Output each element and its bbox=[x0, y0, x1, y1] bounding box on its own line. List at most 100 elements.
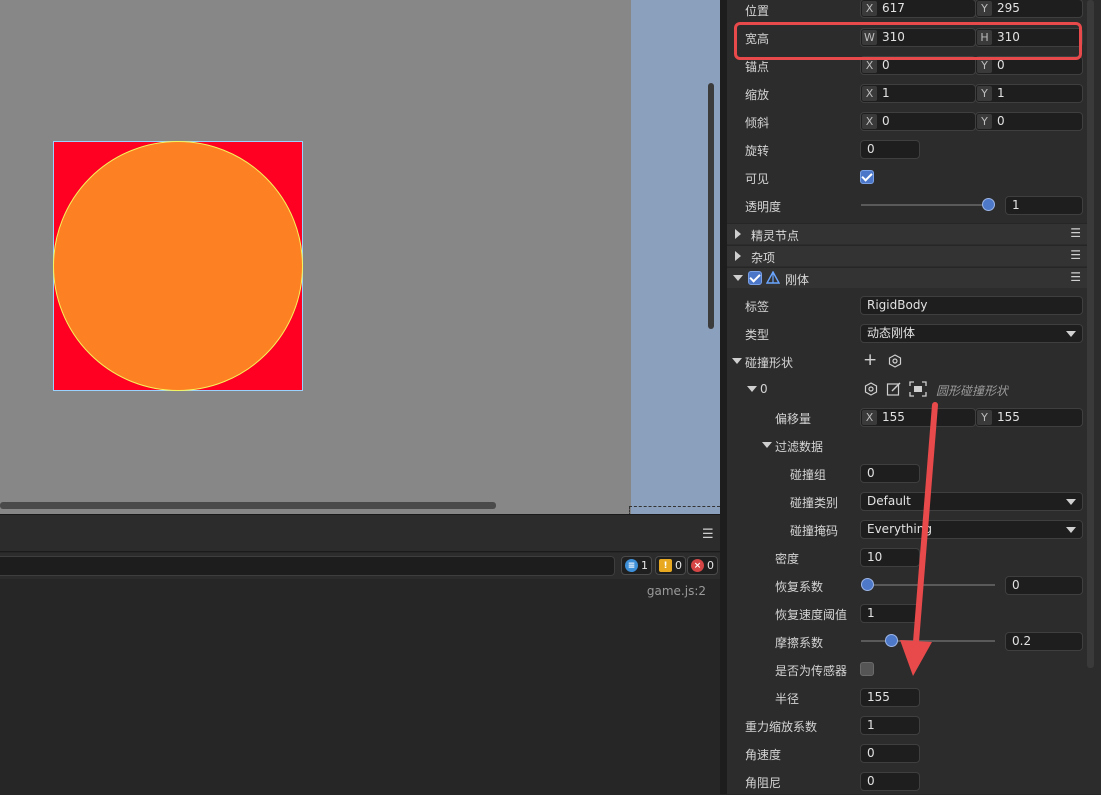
expand-icon bbox=[735, 251, 741, 261]
alpha-field[interactable]: 1 bbox=[1005, 196, 1083, 215]
type-label: 类型 bbox=[745, 328, 770, 342]
console-header: ☰ bbox=[0, 515, 720, 552]
error-count-badge[interactable]: × 0 bbox=[687, 556, 718, 575]
console-filter-bar: ≡ 1 ! 0 × 0 bbox=[0, 553, 720, 579]
gravity-scale-field[interactable]: 1 bbox=[860, 716, 920, 735]
section-misc[interactable]: 杂项 ☰ bbox=[727, 245, 1087, 266]
log-count: 1 bbox=[641, 559, 648, 572]
angular-damping-field[interactable]: 0 bbox=[860, 772, 920, 791]
collapse-icon bbox=[733, 275, 743, 281]
rigidbody-icon bbox=[766, 271, 780, 284]
sprite-circle[interactable] bbox=[53, 141, 303, 391]
alpha-label: 透明度 bbox=[745, 200, 782, 214]
chevron-down-icon bbox=[1066, 527, 1076, 533]
log-source-link[interactable]: game.js:2 bbox=[647, 584, 706, 598]
settings-hex-icon[interactable] bbox=[888, 354, 902, 368]
visible-label: 可见 bbox=[745, 172, 770, 186]
scale-y-field[interactable]: Y1 bbox=[975, 84, 1083, 103]
section-rigidbody[interactable]: 刚体 ☰ bbox=[727, 267, 1087, 288]
restitution-threshold-label: 恢复速度阈值 bbox=[775, 608, 848, 622]
menu-icon[interactable]: ☰ bbox=[1070, 248, 1081, 262]
warn-count-badge[interactable]: ! 0 bbox=[655, 556, 686, 575]
console-panel: ☰ ≡ 1 ! 0 × 0 game.js:2 bbox=[0, 514, 720, 795]
menu-icon[interactable]: ☰ bbox=[702, 527, 714, 542]
offset-y-field[interactable]: Y 155 bbox=[975, 408, 1083, 427]
error-count: 0 bbox=[707, 559, 714, 572]
panel-divider[interactable] bbox=[720, 0, 727, 794]
section-title: 精灵节点 bbox=[751, 229, 800, 243]
restitution-slider-knob[interactable] bbox=[861, 578, 874, 591]
warning-icon: ! bbox=[659, 559, 672, 572]
alpha-slider-track[interactable] bbox=[861, 204, 995, 206]
angular-velocity-field[interactable]: 0 bbox=[860, 744, 920, 763]
error-icon: × bbox=[691, 559, 704, 572]
visible-checkbox[interactable] bbox=[860, 170, 874, 184]
offset-label: 偏移量 bbox=[775, 412, 812, 426]
inspector-scrollbar[interactable] bbox=[1087, 0, 1094, 668]
alpha-slider-knob[interactable] bbox=[982, 198, 995, 211]
restitution-slider-track[interactable] bbox=[861, 584, 995, 586]
restitution-label: 恢复系数 bbox=[775, 580, 824, 594]
rigidbody-enabled-checkbox[interactable] bbox=[748, 271, 762, 285]
log-count-badge[interactable]: ≡ 1 bbox=[621, 556, 652, 575]
angular-damping-label: 角阻尼 bbox=[745, 776, 782, 790]
group-field[interactable]: 0 bbox=[860, 464, 920, 483]
focus-shape-icon[interactable] bbox=[909, 381, 927, 397]
collapse-icon[interactable] bbox=[732, 358, 742, 364]
collapse-icon[interactable] bbox=[762, 442, 772, 448]
rotation-field[interactable]: 0 bbox=[860, 140, 920, 159]
restitution-field[interactable]: 0 bbox=[1005, 576, 1083, 595]
restitution-threshold-field[interactable]: 1 bbox=[860, 604, 920, 623]
shape-index: 0 bbox=[760, 382, 768, 396]
category-label: 碰撞类别 bbox=[790, 496, 839, 510]
sensor-checkbox[interactable] bbox=[860, 662, 874, 676]
position-label: 位置 bbox=[745, 4, 770, 18]
scene-vertical-scrollbar[interactable] bbox=[708, 83, 714, 329]
collapse-icon[interactable] bbox=[747, 386, 757, 392]
tag-field[interactable]: RigidBody bbox=[860, 296, 1083, 315]
filter-label: 过滤数据 bbox=[775, 440, 824, 454]
chevron-down-icon bbox=[1066, 331, 1076, 337]
settings-hex-icon[interactable] bbox=[864, 382, 878, 396]
friction-slider-knob[interactable] bbox=[885, 634, 899, 647]
sensor-label: 是否为传感器 bbox=[775, 664, 848, 678]
friction-slider-track[interactable] bbox=[861, 640, 995, 642]
density-label: 密度 bbox=[775, 552, 800, 566]
friction-label: 摩擦系数 bbox=[775, 636, 824, 650]
tag-label: 标签 bbox=[745, 300, 770, 314]
chevron-down-icon bbox=[1066, 499, 1076, 505]
shape-name: 圆形碰撞形状 bbox=[936, 384, 1009, 398]
add-icon[interactable]: + bbox=[863, 352, 877, 369]
position-y-field[interactable]: Y 295 bbox=[975, 0, 1083, 18]
mask-value: Everything bbox=[867, 522, 932, 536]
skew-y-field[interactable]: Y0 bbox=[975, 112, 1083, 131]
gravity-scale-label: 重力缩放系数 bbox=[745, 720, 818, 734]
edit-icon[interactable] bbox=[886, 381, 902, 397]
console-log-list bbox=[0, 579, 720, 795]
menu-icon[interactable]: ☰ bbox=[1070, 226, 1081, 240]
rotation-label: 旋转 bbox=[745, 144, 770, 158]
scene-canvas-background bbox=[631, 0, 720, 514]
density-field[interactable]: 10 bbox=[860, 548, 920, 567]
offset-x-field[interactable]: X 155 bbox=[860, 408, 976, 427]
console-search-input[interactable] bbox=[0, 556, 615, 576]
skew-x-field[interactable]: X0 bbox=[860, 112, 976, 131]
expand-icon bbox=[735, 229, 741, 239]
section-title: 杂项 bbox=[751, 251, 776, 265]
scene-horizontal-scrollbar[interactable] bbox=[0, 502, 496, 509]
position-x-field[interactable]: X 617 bbox=[860, 0, 976, 18]
menu-icon[interactable]: ☰ bbox=[1070, 270, 1081, 284]
angular-velocity-label: 角速度 bbox=[745, 748, 782, 762]
annotation-highlight-box bbox=[734, 22, 1082, 60]
scene-view[interactable] bbox=[0, 0, 720, 514]
warn-count: 0 bbox=[675, 559, 682, 572]
radius-field[interactable]: 155 bbox=[860, 688, 920, 707]
mask-dropdown[interactable]: Everything bbox=[860, 520, 1083, 539]
section-sprite-node[interactable]: 精灵节点 ☰ bbox=[727, 223, 1087, 244]
category-dropdown[interactable]: Default bbox=[860, 492, 1083, 511]
friction-field[interactable]: 0.2 bbox=[1005, 632, 1083, 651]
canvas-boundary bbox=[629, 506, 720, 514]
info-icon: ≡ bbox=[625, 559, 638, 572]
scale-x-field[interactable]: X1 bbox=[860, 84, 976, 103]
type-dropdown[interactable]: 动态刚体 bbox=[860, 324, 1083, 343]
